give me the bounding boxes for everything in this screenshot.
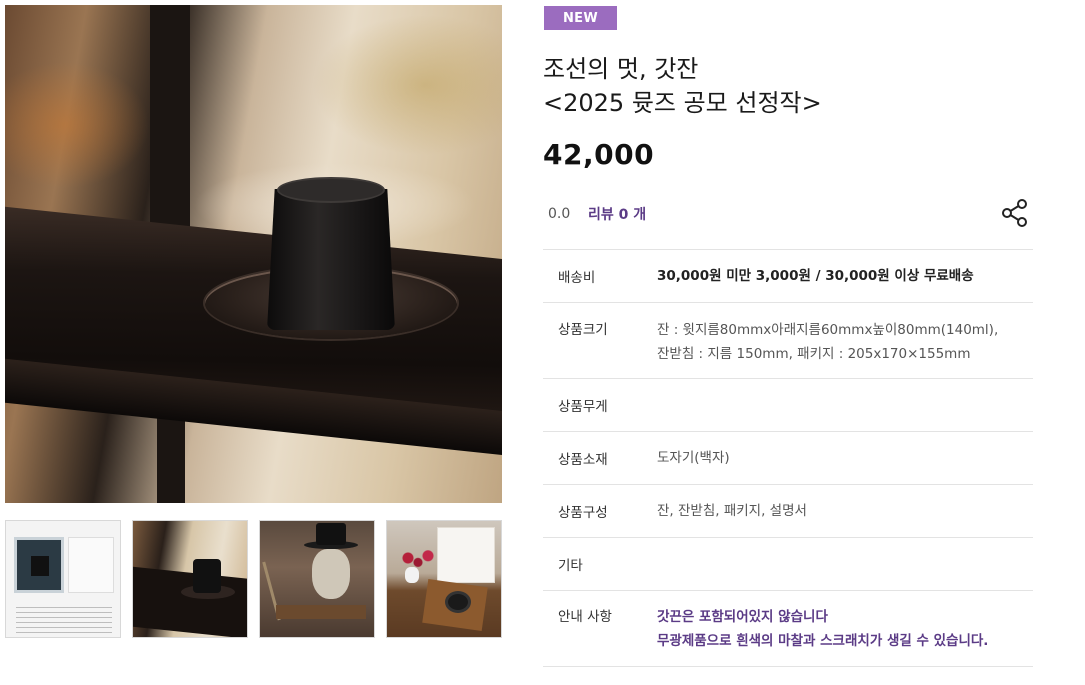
spec-row-size: 상품크기 잔 : 윗지름80mmx아래지름60mmx높이80mm(140ml),… <box>543 303 1033 379</box>
vase-image <box>405 567 419 583</box>
spec-row-weight: 상품무게 <box>543 379 1033 432</box>
thumbnail-3[interactable] <box>259 520 375 638</box>
spec-label: 기타 <box>558 558 583 574</box>
spec-value: 잔, 잔받침, 패키지, 설명서 <box>657 503 807 519</box>
product-title-line1: 조선의 멋, 갓잔 <box>543 55 699 83</box>
product-price: 42,000 <box>543 138 655 171</box>
spec-row-components: 상품구성 잔, 잔받침, 패키지, 설명서 <box>543 485 1033 538</box>
package-box-image <box>14 537 64 593</box>
spec-row-notice: 안내 사항 갓끈은 포함되어있지 않습니다 무광제품으로 흰색의 마찰과 스크래… <box>543 591 1033 667</box>
notice-line: 무광제품으로 흰색의 마찰과 스크래치가 생길 수 있습니다. <box>657 633 989 649</box>
cup-topview-image <box>445 591 471 613</box>
package-caption <box>16 607 112 633</box>
spec-label: 상품소재 <box>558 452 608 468</box>
new-badge: NEW <box>544 6 617 30</box>
spec-label: 상품크기 <box>558 322 608 338</box>
package-lid-image <box>68 537 114 593</box>
thumbnail-4[interactable] <box>386 520 502 638</box>
hat-image <box>316 523 346 545</box>
share-icon[interactable] <box>1000 198 1030 228</box>
product-title: 조선의 멋, 갓잔 <2025 뮷즈 공모 선정작> <box>543 52 1023 120</box>
main-product-image <box>5 5 502 503</box>
cup-image <box>193 559 221 593</box>
review-count-link[interactable]: 리뷰 0 개 <box>588 204 646 224</box>
spec-value: 30,000원 미만 3,000원 / 30,000원 이상 무료배송 <box>657 268 974 284</box>
rating-row: 0.0 리뷰 0 개 <box>548 203 1036 225</box>
mask-image <box>312 549 350 599</box>
gift-box-image <box>437 527 495 583</box>
spec-table: 배송비 30,000원 미만 3,000원 / 30,000원 이상 무료배송 … <box>543 249 1033 667</box>
spec-row-shipping: 배송비 30,000원 미만 3,000원 / 30,000원 이상 무료배송 <box>543 250 1033 303</box>
window-frame <box>150 5 190 245</box>
spec-label: 배송비 <box>558 270 596 286</box>
notice-line: 갓끈은 포함되어있지 않습니다 <box>657 609 828 625</box>
product-title-line2: <2025 뮷즈 공모 선정작> <box>543 89 822 117</box>
table-image <box>276 605 366 619</box>
spec-row-etc: 기타 <box>543 538 1033 591</box>
thumbnail-strip <box>5 520 502 638</box>
spec-value: 잔 : 윗지름80mmx아래지름60mmx높이80mm(140ml), 잔받침 … <box>657 318 1033 378</box>
spec-value: 도자기(백자) <box>657 450 730 466</box>
shelf-image <box>133 566 247 637</box>
spec-label: 안내 사항 <box>558 609 612 625</box>
spec-row-material: 상품소재 도자기(백자) <box>543 432 1033 485</box>
flower-image <box>393 547 443 569</box>
spec-label: 상품무게 <box>558 399 608 415</box>
thumbnail-2[interactable] <box>132 520 248 638</box>
spec-value-line: 잔 : 윗지름80mmx아래지름60mmx높이80mm(140ml), <box>657 322 999 338</box>
thumbnail-1[interactable] <box>5 520 121 638</box>
cup-top <box>277 177 385 203</box>
spec-value: 갓끈은 포함되어있지 않습니다 무광제품으로 흰색의 마찰과 스크래치가 생길 … <box>657 605 1033 666</box>
rating-score: 0.0 <box>548 206 571 222</box>
spec-label: 상품구성 <box>558 505 608 521</box>
spec-value-line: 잔받침 : 지름 150mm, 패키지 : 205x170×155mm <box>657 346 971 362</box>
